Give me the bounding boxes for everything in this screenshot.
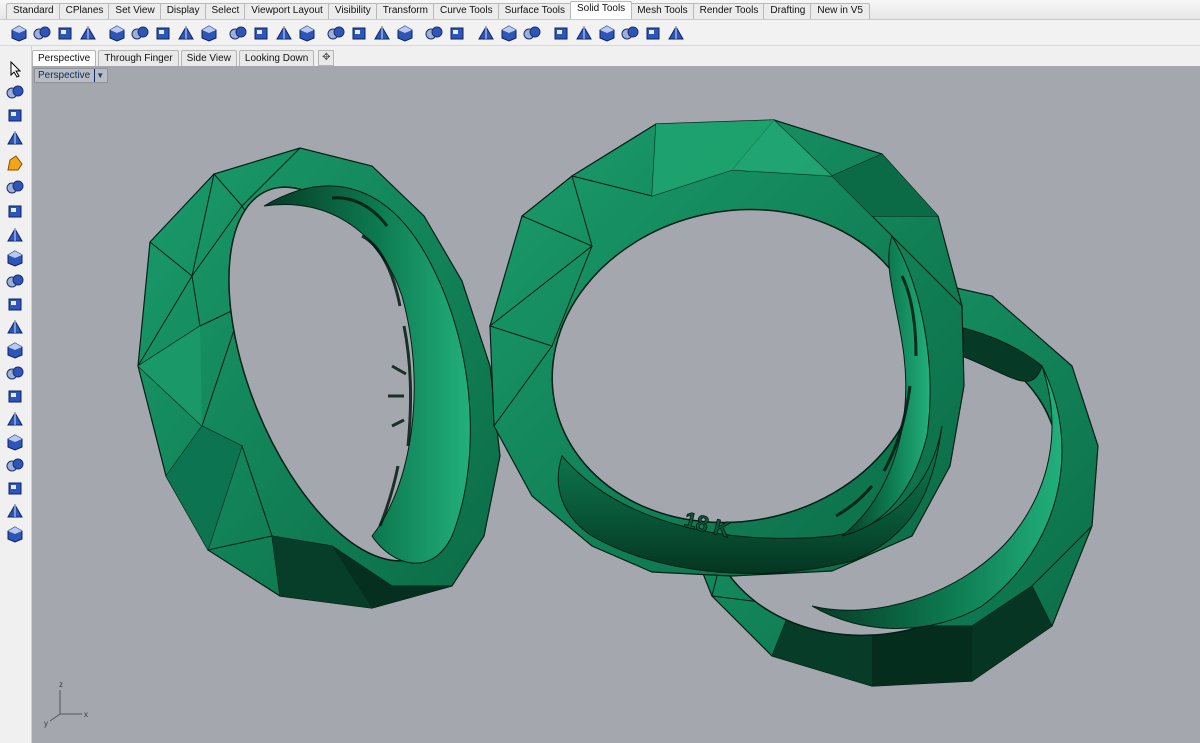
surface-icon[interactable]: [6, 154, 24, 172]
extrude-face-icon[interactable]: [275, 24, 293, 42]
round-hole-icon[interactable]: [575, 24, 593, 42]
add-viewport-tab-icon[interactable]: ✥: [318, 50, 335, 66]
viewport-tab-perspective[interactable]: Perspective: [32, 50, 97, 66]
pyramid-icon[interactable]: [6, 364, 24, 382]
boolean-difference-icon[interactable]: [33, 24, 51, 42]
curve-icon[interactable]: [6, 129, 24, 147]
ellipsoid-icon[interactable]: [6, 249, 24, 267]
boolean-split-icon[interactable]: [79, 24, 97, 42]
rail-revolve-icon[interactable]: [6, 525, 24, 543]
shell-icon[interactable]: [350, 24, 368, 42]
viewport-title-label: Perspective: [38, 70, 91, 81]
tetrahedron-icon[interactable]: [6, 387, 24, 405]
select-arrow-icon[interactable]: [6, 60, 24, 78]
split-face-icon[interactable]: [298, 24, 316, 42]
toolbar-tab-mesh-tools[interactable]: Mesh Tools: [630, 3, 695, 19]
viewport-tab-through-finger[interactable]: Through Finger: [98, 50, 179, 66]
solid-tools-toolbar: [0, 20, 1200, 46]
paraboloid-icon[interactable]: [6, 295, 24, 313]
revolve-icon[interactable]: [6, 502, 24, 520]
axis-x-label: x: [84, 710, 88, 719]
rotate-hole-icon[interactable]: [523, 24, 541, 42]
boolean-union-icon[interactable]: [10, 24, 28, 42]
toolbar-tab-solid-tools[interactable]: Solid Tools: [570, 1, 633, 19]
cylinder-icon[interactable]: [6, 410, 24, 428]
ring-left: [137, 147, 501, 609]
toolbar-tab-display[interactable]: Display: [159, 3, 207, 19]
tube-icon[interactable]: [6, 433, 24, 451]
merge-faces-icon[interactable]: [154, 24, 172, 42]
blend-edge-icon[interactable]: [229, 24, 247, 42]
ring-render: 18 K z x y: [44, 119, 1099, 728]
toolbar-tab-curve-tools[interactable]: Curve Tools: [432, 3, 500, 19]
toolbar-tab-set-view[interactable]: Set View: [108, 3, 162, 19]
polyline-icon[interactable]: [6, 106, 24, 124]
text-object-icon[interactable]: [598, 24, 616, 42]
axis-y-label: y: [44, 719, 48, 728]
toolbar-tab-row: Standard CPlanes Set View Display Select View…: [0, 0, 1200, 20]
solid-box-icon[interactable]: [6, 178, 24, 196]
toolbar-tab-surface-tools[interactable]: Surface Tools: [497, 3, 572, 19]
axis-triad: z x y: [44, 680, 88, 728]
create-solid-icon[interactable]: [621, 24, 639, 42]
move-hole-icon[interactable]: [500, 24, 518, 42]
axis-z-label: z: [59, 680, 63, 689]
truncated-cone-icon[interactable]: [6, 341, 24, 359]
wire-cut-icon[interactable]: [396, 24, 414, 42]
viewport-title[interactable]: Perspective ▼: [34, 68, 109, 83]
left-toolbar: [0, 46, 32, 743]
toolbar-tab-new-in-v5[interactable]: New in V5: [810, 3, 870, 19]
viewport-tab-side-view[interactable]: Side View: [180, 50, 237, 66]
toolbar-tab-transform[interactable]: Transform: [375, 3, 435, 19]
pipe-icon[interactable]: [6, 456, 24, 474]
toolbar-tab-cplanes[interactable]: CPlanes: [58, 3, 111, 19]
toolbar-tab-render-tools[interactable]: Render Tools: [692, 3, 766, 19]
sphere-icon[interactable]: [6, 226, 24, 244]
extrude-curve-icon[interactable]: [6, 479, 24, 497]
boolean-intersection-icon[interactable]: [56, 24, 74, 42]
solid-box-icon[interactable]: [425, 24, 443, 42]
move-edge-icon[interactable]: [327, 24, 345, 42]
fillet-edges-icon[interactable]: [177, 24, 195, 42]
chevron-down-icon[interactable]: ▼: [94, 69, 104, 82]
viewport-tab-row: Perspective Through Finger Side View Lookin…: [32, 47, 1200, 66]
viewport-tab-looking-down[interactable]: Looking Down: [238, 50, 315, 66]
cap-planar-holes-icon[interactable]: [108, 24, 126, 42]
move-face-icon[interactable]: [252, 24, 270, 42]
toolbar-tab-visibility[interactable]: Visibility: [327, 3, 378, 19]
cone-icon[interactable]: [6, 318, 24, 336]
perspective-viewport[interactable]: 18 K z x y Perspective ▼: [32, 66, 1200, 743]
make-hole-icon[interactable]: [477, 24, 495, 42]
solid-sphere-icon[interactable]: [448, 24, 466, 42]
toolbar-tab-select[interactable]: Select: [204, 3, 247, 19]
chamfer-edges-icon[interactable]: [200, 24, 218, 42]
array-hole-icon[interactable]: [552, 24, 570, 42]
point-icon[interactable]: [6, 83, 24, 101]
mesh-grid-icon[interactable]: [644, 24, 662, 42]
torus-icon[interactable]: [6, 272, 24, 290]
toolbar-tab-standard[interactable]: Standard: [6, 3, 61, 19]
ring-middle: 18 K: [488, 119, 965, 577]
extract-surface-icon[interactable]: [131, 24, 149, 42]
toolbar-tab-drafting[interactable]: Drafting: [763, 3, 813, 19]
solid-box-2-icon[interactable]: [6, 202, 24, 220]
offset-surface-icon[interactable]: [373, 24, 391, 42]
toolbar-tab-viewport-layout[interactable]: Viewport Layout: [244, 3, 330, 19]
delete-hole-icon[interactable]: [667, 24, 685, 42]
